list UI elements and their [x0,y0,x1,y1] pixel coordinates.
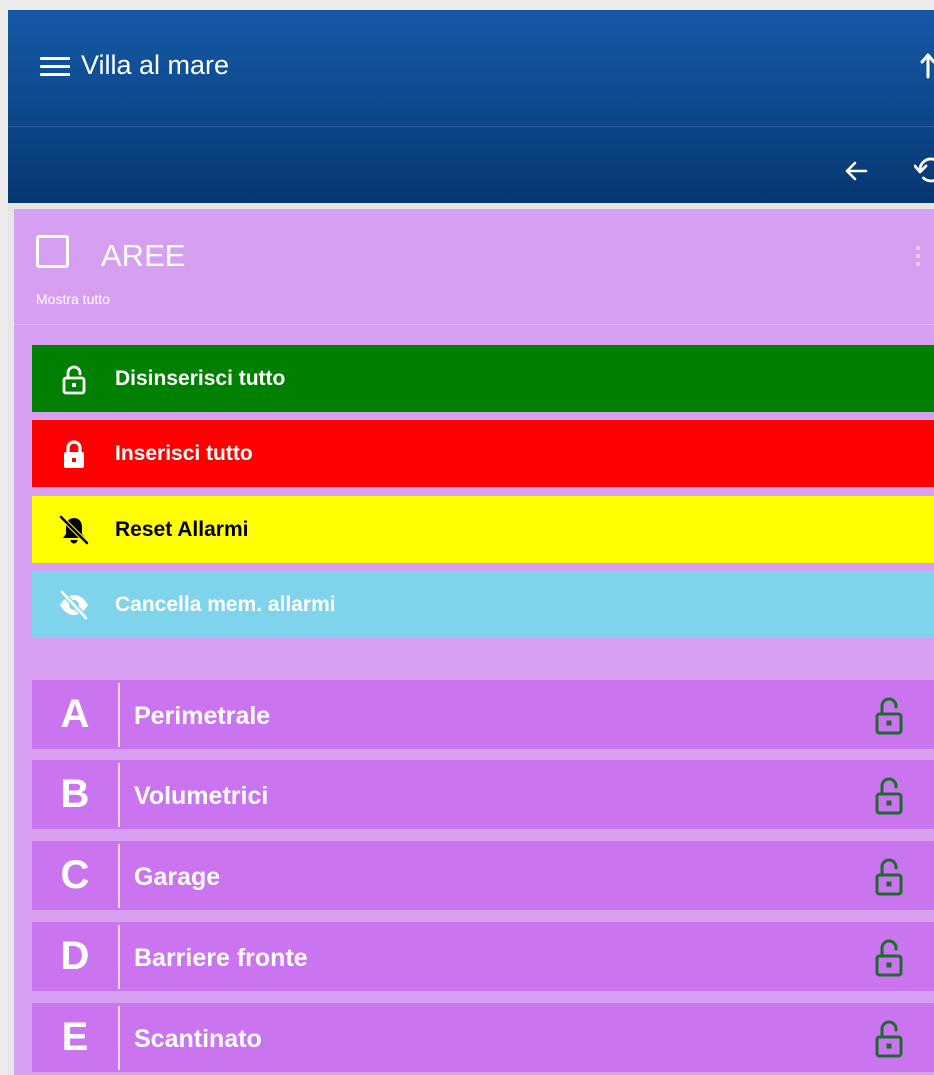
area-row-e[interactable]: E Scantinato [32,1003,934,1072]
area-row-a[interactable]: A Perimetrale [32,680,934,749]
card-subtitle: Mostra tutto [36,291,110,307]
area-separator [118,763,120,827]
card-divider [14,324,934,325]
eye-off-icon [58,589,90,621]
action-label: Cancella mem. allarmi [115,593,336,616]
area-separator [118,844,120,908]
arm-all-button[interactable]: Inserisci tutto [32,420,934,487]
area-letter: E [61,1015,89,1059]
bell-off-icon [58,514,90,546]
header-divider [8,126,934,127]
action-label: Reset Allarmi [115,518,249,541]
area-row-d[interactable]: D Barriere fronte [32,922,934,991]
area-separator [118,683,120,747]
clear-alarm-memory-button[interactable]: Cancella mem. allarmi [32,571,934,638]
lock-open-icon[interactable] [870,1017,908,1059]
area-row-b[interactable]: B Volumetrici [32,760,934,829]
lock-closed-icon [58,438,90,470]
area-name: Garage [134,863,221,891]
area-separator [118,1006,120,1070]
area-letter: B [60,772,90,816]
area-name: Barriere fronte [134,944,308,972]
area-letter: D [60,934,90,978]
top-app-bar: Villa al mare [8,10,934,203]
back-arrow-icon[interactable] [840,155,872,187]
action-label: Disinserisci tutto [115,367,286,390]
card-title: AREE [101,238,186,273]
app-window: Villa al mare AREE Mostra tutto Disinser… [8,10,934,1075]
hamburger-menu-icon[interactable] [40,53,72,79]
area-name: Scantinato [134,1025,262,1053]
lock-open-icon[interactable] [870,774,908,816]
reset-alarms-button[interactable]: Reset Allarmi [32,496,934,563]
lock-open-icon[interactable] [870,694,908,736]
refresh-icon[interactable] [914,153,934,187]
area-name: Volumetrici [134,782,269,810]
arrow-up-icon[interactable] [920,50,934,80]
area-row-c[interactable]: C Garage [32,841,934,910]
lock-open-icon [58,363,90,395]
area-name: Perimetrale [134,702,271,730]
disarm-all-button[interactable]: Disinserisci tutto [32,345,934,412]
lock-open-icon[interactable] [870,936,908,978]
area-separator [118,925,120,989]
app-title: Villa al mare [81,50,230,80]
lock-open-icon[interactable] [870,855,908,897]
more-options-icon[interactable] [912,246,924,276]
area-letter: C [60,853,90,897]
select-all-checkbox[interactable] [36,235,69,268]
action-label: Inserisci tutto [115,442,253,465]
area-letter: A [60,692,90,736]
areas-card: AREE Mostra tutto Disinserisci tutto Ins… [14,209,934,1075]
